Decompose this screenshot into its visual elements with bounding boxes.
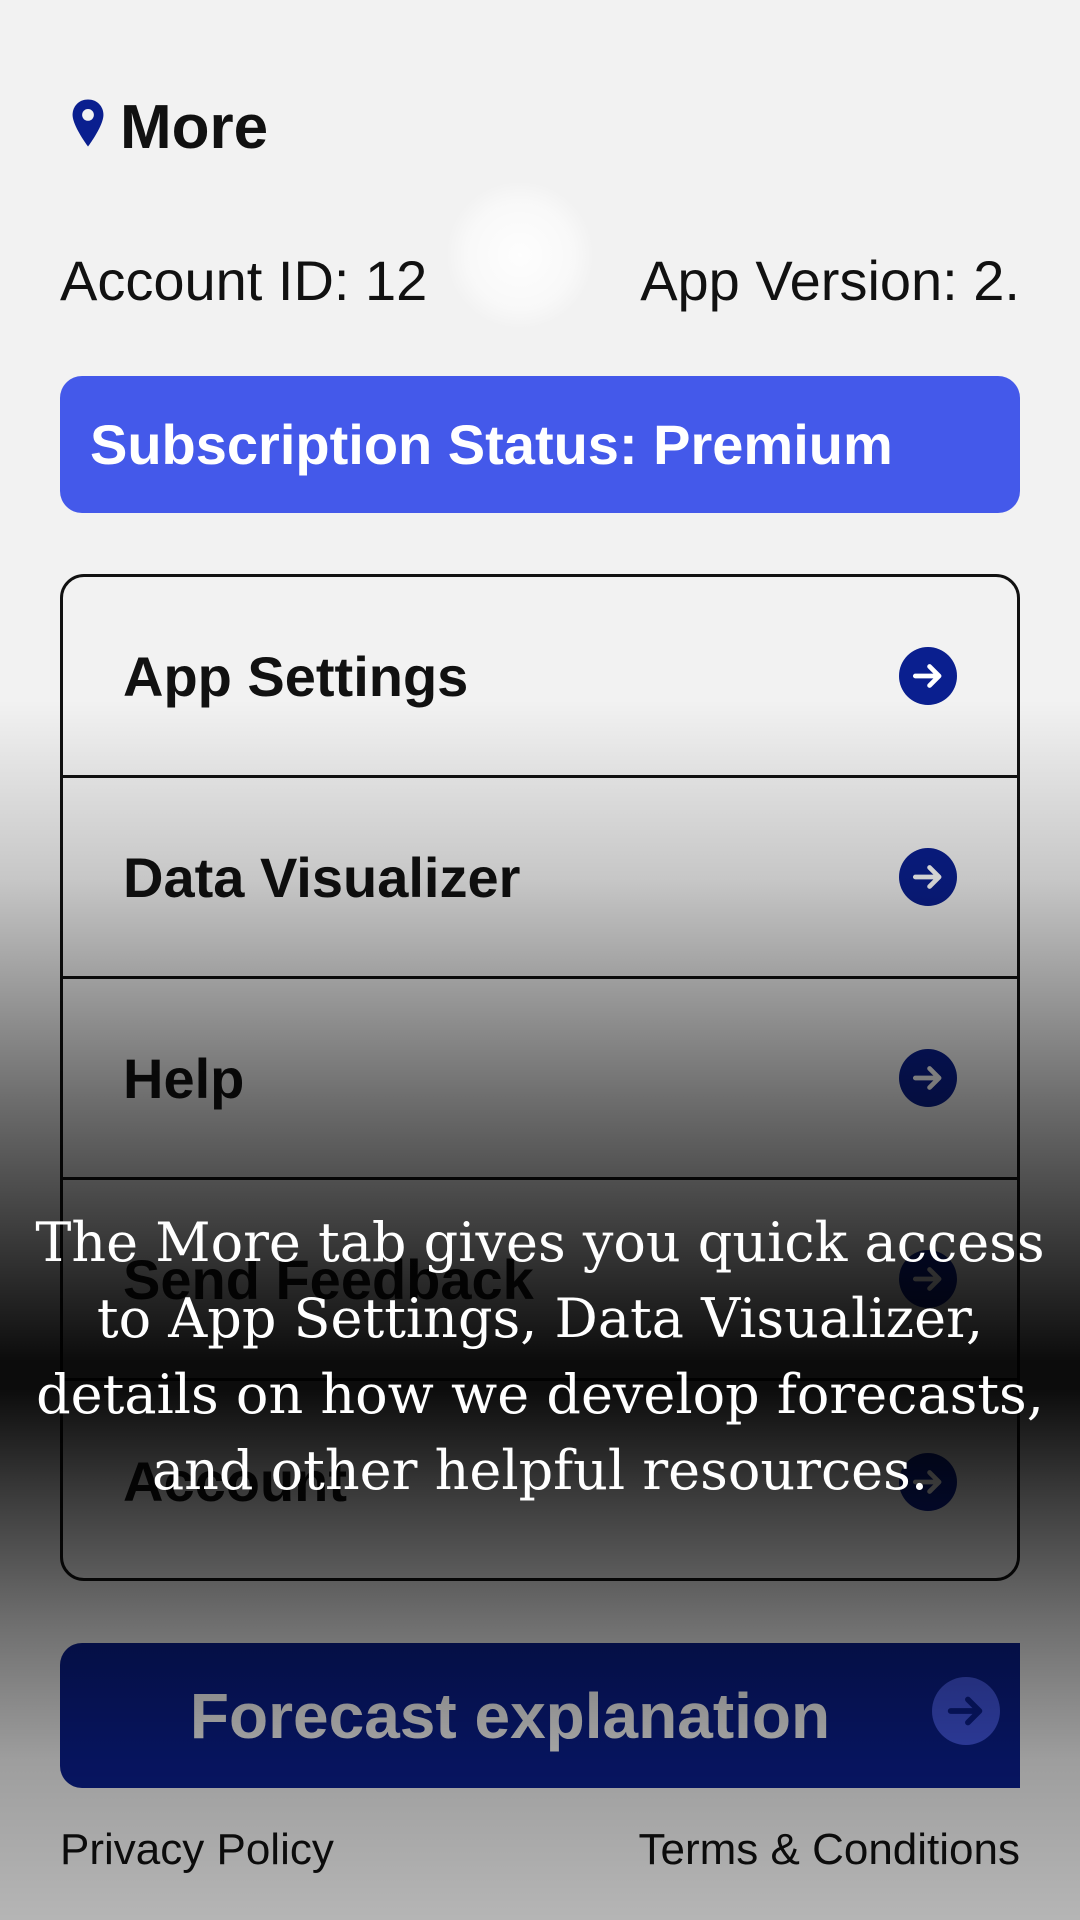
forecast-explanation-label: Forecast explanation — [189, 1679, 831, 1752]
privacy-policy-link[interactable]: Privacy Policy — [60, 1825, 334, 1875]
location-pin-icon — [72, 99, 104, 147]
terms-conditions-link[interactable]: Terms & Conditions — [639, 1825, 1020, 1875]
tutorial-message: The More tab gives you quick access to A… — [35, 1211, 1045, 1502]
arrow-right-circle-icon — [899, 848, 957, 906]
arrow-right-circle-icon — [899, 647, 957, 705]
subscription-status-label: Subscription Status: Premium — [90, 413, 893, 476]
account-id: Account ID: 12 — [60, 248, 428, 312]
header: More — [70, 88, 268, 168]
arrow-right-circle-icon — [932, 1677, 1000, 1745]
forecast-explanation-button[interactable]: Forecast explanation — [60, 1643, 1020, 1788]
page-title: More — [120, 93, 269, 162]
subscription-status-banner: Subscription Status: Premium — [60, 376, 1020, 513]
menu-item-label: Help — [123, 1046, 245, 1110]
more-screen: More Account ID: 12 App Version: 2. Subs… — [0, 0, 1080, 1920]
menu-item-data-visualizer[interactable]: Data Visualizer — [63, 778, 1017, 979]
menu-item-label: App Settings — [123, 644, 469, 708]
footer-links: Privacy Policy Terms & Conditions — [60, 1825, 1020, 1875]
loading-spinner — [445, 180, 595, 330]
menu-item-label: Data Visualizer — [123, 845, 521, 909]
menu-item-help[interactable]: Help — [63, 979, 1017, 1180]
app-version: App Version: 2. — [640, 248, 1020, 312]
menu-item-app-settings[interactable]: App Settings — [63, 577, 1017, 778]
arrow-right-circle-icon — [899, 1049, 957, 1107]
